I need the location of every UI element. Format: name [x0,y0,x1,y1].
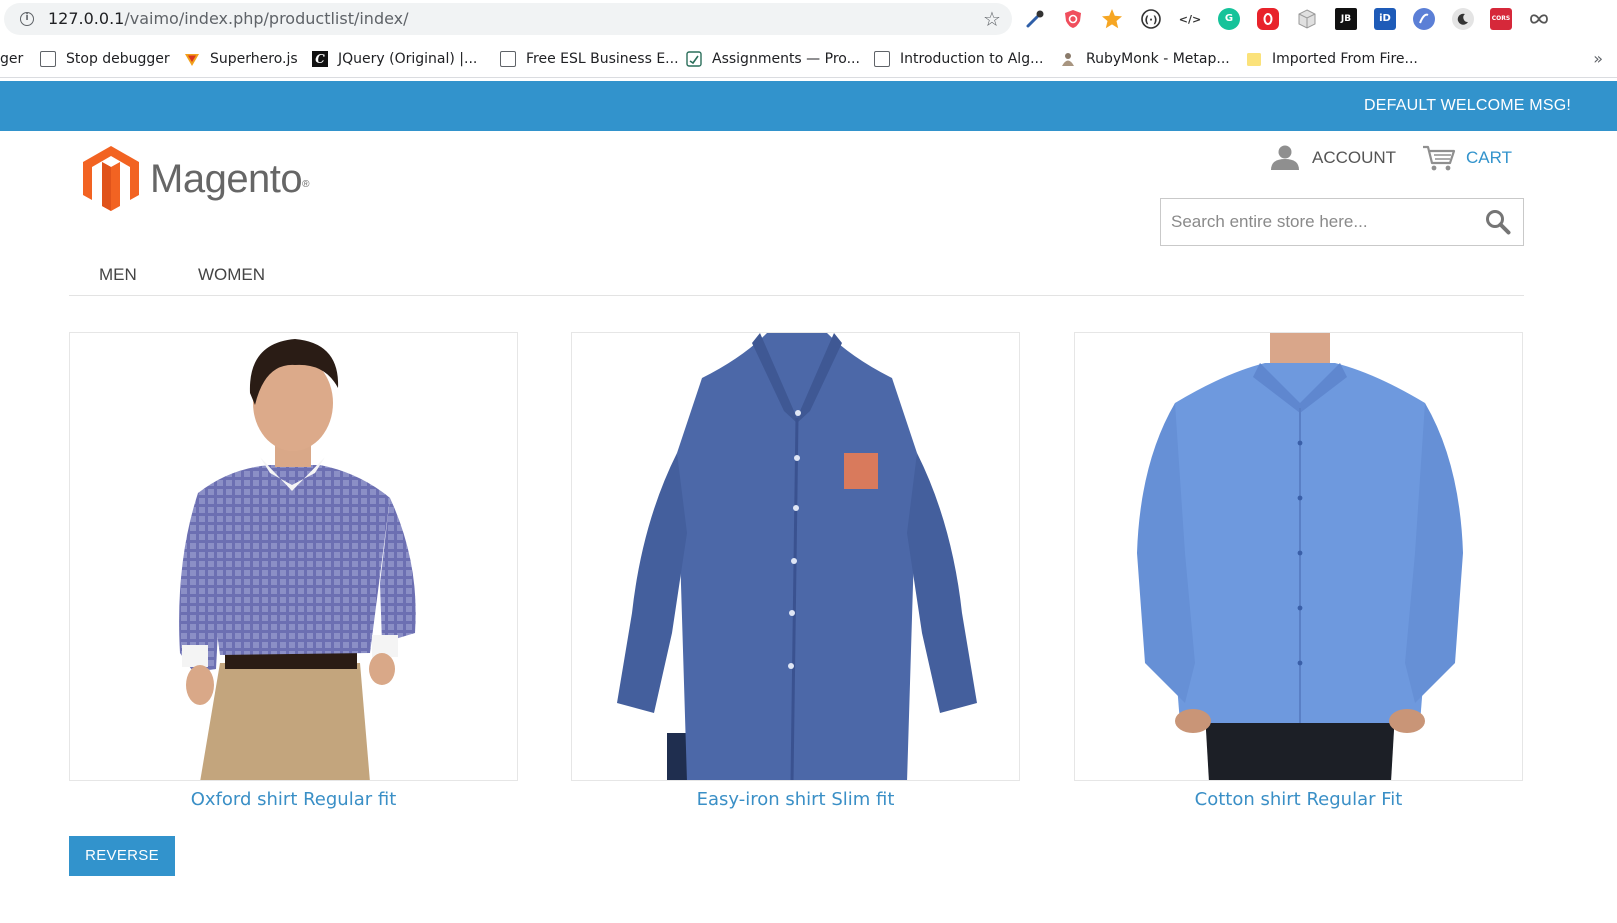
folder-icon [1247,53,1261,66]
address-bar[interactable]: i 127.0.0.1/vaimo/index.php/productlist/… [4,3,1012,35]
bookmark-item[interactable]: Stop debugger [40,48,170,70]
bookmark-item[interactable]: ger [0,48,23,70]
search-input[interactable] [1161,199,1471,245]
shield-extension-icon[interactable] [1062,8,1084,30]
nav-item-women[interactable]: WOMEN [198,264,265,286]
stop-extension-icon[interactable] [1257,8,1279,30]
welcome-bar: DEFAULT WELCOME MSG! [0,81,1617,131]
jetbrains-icon[interactable]: JB [1335,8,1357,30]
star-extension-icon[interactable] [1101,8,1123,30]
cotton-shirt-photo [1137,333,1463,780]
page-icon [874,51,890,67]
nav-item-men[interactable]: MEN [99,264,137,286]
easy-iron-shirt-photo [617,333,977,780]
id-extension-icon[interactable]: iD [1374,8,1396,30]
reverse-button[interactable]: REVERSE [69,836,175,876]
infinity-extension-icon[interactable] [1528,8,1550,30]
product-link-easy-iron[interactable]: Easy-iron shirt Slim fit [571,788,1020,812]
c-site-icon: C [312,51,328,67]
search-box [1160,198,1524,246]
eyedropper-icon[interactable] [1024,8,1046,30]
product-link-cotton[interactable]: Cotton shirt Regular Fit [1074,788,1523,812]
page-icon [500,51,516,67]
page-icon [40,51,56,67]
magento-logo[interactable]: Magento® [82,146,322,212]
url-text[interactable]: 127.0.0.1/vaimo/index.php/productlist/in… [48,10,409,28]
magento-logo-icon [83,146,139,211]
cart-icon[interactable] [1422,144,1456,172]
bookmark-item[interactable]: Superhero.js [184,48,298,70]
product-image-cotton[interactable] [1074,332,1523,781]
bookmark-item[interactable]: Introduction to Alg... [874,48,1043,70]
bookmarks-overflow-button[interactable]: » [1593,48,1603,70]
bookmarks-bar: ger Stop debugger Superhero.js C JQuery … [0,40,1617,78]
svg-text:(·): (·) [1145,15,1158,26]
product-image-easy-iron[interactable] [571,332,1020,781]
info-icon[interactable]: i [20,12,34,26]
product-link-oxford[interactable]: Oxford shirt Regular fit [69,788,518,812]
search-icon[interactable] [1485,209,1511,235]
main-navigation: MEN WOMEN [69,258,1524,296]
browser-toolbar: i 127.0.0.1/vaimo/index.php/productlist/… [0,0,1617,38]
account-link[interactable]: ACCOUNT [1312,145,1396,171]
cart-link[interactable]: CART [1466,145,1512,171]
circle-extension-icon[interactable]: (·) [1140,8,1162,30]
oxford-shirt-photo [179,339,416,780]
welcome-message: DEFAULT WELCOME MSG! [1364,97,1571,114]
dark-mode-icon[interactable] [1452,8,1474,30]
bookmark-item[interactable]: Assignments — Pro... [686,48,860,70]
product-image-oxford[interactable] [69,332,518,781]
code-extension-icon[interactable]: </> [1179,8,1201,30]
grammarly-icon[interactable]: G [1218,8,1240,30]
superhero-icon [185,54,199,66]
user-icon[interactable] [1270,144,1300,170]
bookmark-item[interactable]: Imported From Fire... [1246,48,1418,70]
cors-extension-icon[interactable]: CORS [1490,8,1512,30]
logo-text: Magento [150,157,303,201]
rubymonk-icon [1062,53,1074,66]
wave-extension-icon[interactable] [1413,8,1435,30]
bookmark-item[interactable]: Free ESL Business E... [500,48,679,70]
cube-extension-icon[interactable] [1296,8,1318,30]
bookmark-item[interactable]: C JQuery (Original) |... [312,48,477,70]
bookmark-item[interactable]: RubyMonk - Metap... [1060,48,1230,70]
bookmark-star-icon[interactable]: ☆ [980,7,1004,31]
registered-mark: ® [302,179,310,190]
assignments-icon [686,51,702,67]
